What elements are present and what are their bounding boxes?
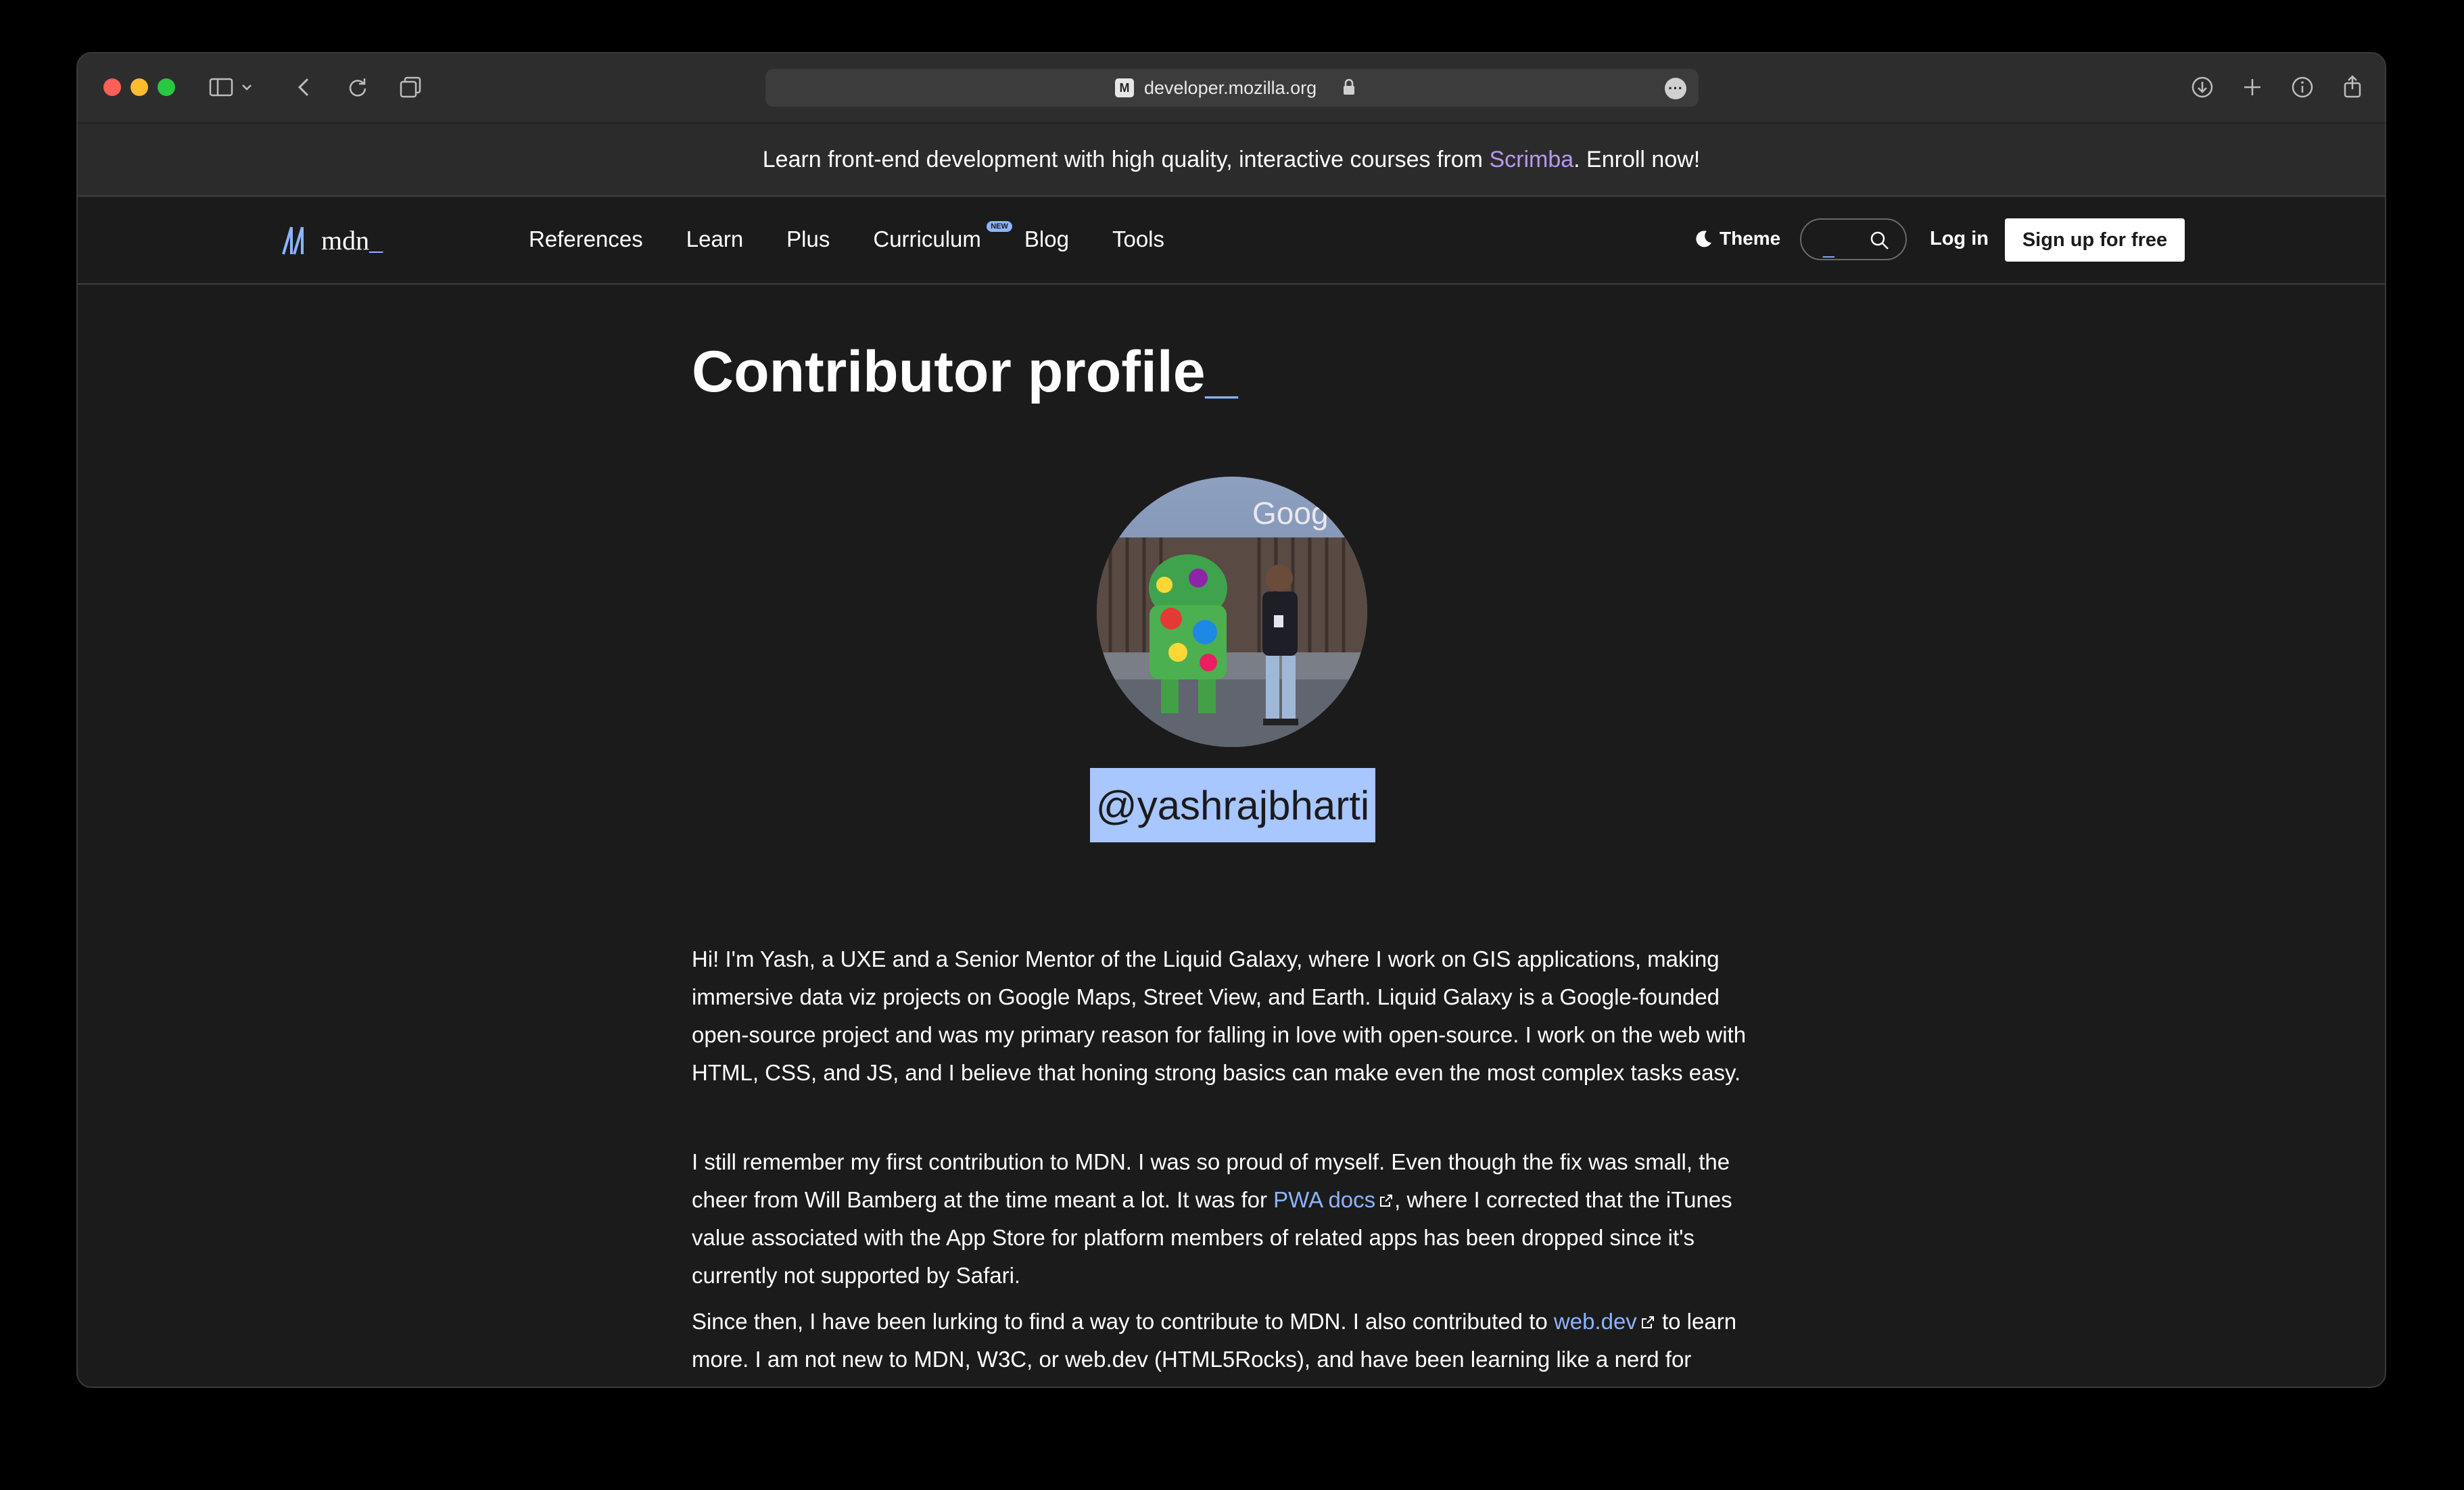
signup-button[interactable]: Sign up for free: [2005, 218, 2185, 262]
new-badge: NEW: [987, 221, 1012, 232]
reload-icon[interactable]: [343, 72, 373, 102]
moon-icon: [1696, 231, 1711, 247]
bio-paragraph-1: Hi! I'm Yash, a UXE and a Senior Mentor …: [692, 946, 1747, 1085]
pwa-docs-link-label: PWA docs: [1273, 1187, 1376, 1212]
mdn-logo-icon: [282, 226, 304, 255]
close-window-button[interactable]: [103, 78, 121, 96]
browser-toolbar: M developer.mozilla.org ···: [78, 53, 2385, 124]
info-icon[interactable]: [2288, 72, 2317, 102]
search-cursor: _: [1823, 236, 1834, 258]
nav-item-curriculum[interactable]: Curriculum NEW: [873, 221, 1012, 252]
minimize-window-button[interactable]: [131, 78, 148, 96]
logo-underscore: _: [369, 224, 383, 256]
nav-item-plus[interactable]: Plus: [786, 226, 830, 252]
nav-item-curriculum-label: Curriculum: [873, 226, 981, 251]
downloads-icon[interactable]: [2187, 72, 2217, 102]
nav-item-learn[interactable]: Learn: [686, 226, 743, 252]
avatar-photo: Goog: [1097, 477, 1367, 747]
bio-paragraph-2: I still remember my first contribution t…: [692, 1143, 1780, 1295]
chevron-down-icon[interactable]: [237, 72, 256, 102]
promo-banner: Learn front-end development with high qu…: [78, 124, 2385, 197]
page-title-text: Contributor profile: [692, 339, 1206, 404]
nav-item-blog[interactable]: Blog: [1024, 226, 1069, 252]
banner-suffix: . Enroll now!: [1573, 146, 1701, 172]
page-title: Contributor profile_: [692, 339, 1237, 406]
address-bar[interactable]: M developer.mozilla.org ···: [765, 69, 1699, 107]
tab-overview-icon[interactable]: [396, 72, 425, 102]
mdn-logo[interactable]: mdn _: [281, 224, 383, 256]
search-icon: [1870, 231, 1889, 249]
share-icon[interactable]: [2338, 72, 2367, 102]
bio-paragraph-3-text-a: Since then, I have been lurking to find …: [692, 1309, 1554, 1334]
theme-switcher[interactable]: Theme: [1694, 228, 1780, 249]
nav-item-references[interactable]: References: [529, 226, 643, 252]
main-nav: mdn _ References Learn Plus Curriculum N…: [78, 197, 2385, 285]
bio-paragraph-3: Since then, I have been lurking to find …: [692, 1303, 1780, 1378]
avatar: Goog: [1097, 477, 1367, 747]
webdev-link-label: web.dev: [1553, 1309, 1637, 1334]
contributor-handle: @yashrajbharti: [1090, 768, 1375, 842]
address-url: developer.mozilla.org: [1144, 78, 1317, 98]
external-link-icon: [1641, 1316, 1654, 1328]
nav-item-tools[interactable]: Tools: [1112, 226, 1164, 252]
svg-text:Goog: Goog: [1252, 496, 1329, 531]
external-link-icon: [1380, 1195, 1393, 1207]
banner-text: Learn front-end development with high qu…: [762, 146, 1490, 172]
nav-menu: References Learn Plus Curriculum NEW Blo…: [529, 221, 1208, 252]
site-favicon-icon: M: [1115, 78, 1134, 97]
title-cursor: _: [1205, 339, 1238, 404]
banner-scrimba-link[interactable]: Scrimba: [1489, 147, 1573, 173]
pwa-docs-link[interactable]: PWA docs: [1273, 1187, 1394, 1212]
new-tab-icon[interactable]: [2237, 72, 2267, 102]
sidebar-toggle-icon[interactable]: [206, 72, 236, 102]
webdev-link[interactable]: web.dev: [1554, 1309, 1656, 1334]
login-link[interactable]: Log in: [1930, 228, 1989, 250]
main-content: Contributor profile_ Goog @yashrajbharti…: [78, 285, 2385, 1387]
logo-wordmark: mdn: [321, 224, 370, 256]
back-icon[interactable]: [290, 72, 320, 102]
zoom-window-button[interactable]: [158, 78, 175, 96]
lock-icon: [1342, 78, 1356, 97]
theme-label: Theme: [1720, 228, 1781, 249]
search-input[interactable]: _: [1800, 218, 1907, 260]
browser-window: M developer.mozilla.org ··· Learn front-…: [76, 52, 2386, 1388]
page-menu-icon[interactable]: ···: [1665, 78, 1686, 99]
